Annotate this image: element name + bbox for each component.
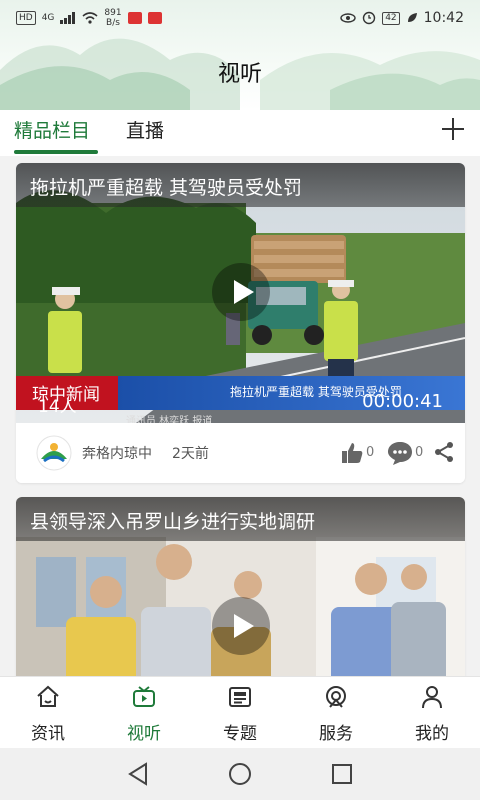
source-name[interactable]: 奔格内琼中 (82, 443, 152, 463)
wifi-icon (82, 12, 98, 24)
category-tabs: 精品栏目 直播 (0, 110, 480, 156)
nav-item-profile[interactable]: 我的 (384, 677, 480, 749)
video-thumbnail[interactable]: 县领导深入吊罗山乡进行实地调研 (16, 497, 465, 687)
active-tab-indicator (14, 150, 98, 154)
source-logo[interactable] (36, 435, 72, 471)
play-icon[interactable] (212, 263, 270, 321)
nav-label: 专题 (223, 724, 257, 744)
tab-featured[interactable]: 精品栏目 (14, 116, 90, 143)
bottom-navigation: 资讯 视听 专题 服务 我的 (0, 676, 480, 748)
recents-icon[interactable] (332, 764, 352, 784)
card-title: 拖拉机严重超载 其驾驶员受处罚 (30, 177, 303, 199)
news-label-block: 琼中新闻 14人 (16, 376, 118, 417)
battery-icon: 42 (382, 11, 400, 25)
card-title-overlay: 县领导深入吊罗山乡进行实地调研 (16, 497, 465, 541)
speed-value: 891 (104, 8, 122, 18)
signal-4g-label: 4G (41, 13, 55, 23)
card-title: 县领导深入吊罗山乡进行实地调研 (30, 511, 316, 533)
card-title-overlay: 拖拉机严重超载 其驾驶员受处罚 (16, 163, 465, 207)
tab-live[interactable]: 直播 (126, 116, 164, 143)
nav-item-topics[interactable]: 专题 (192, 677, 288, 749)
speed-unit: B/s (106, 18, 120, 28)
card-meta: 奔格内琼中 2天前 0 0 (16, 427, 465, 483)
service-icon (326, 686, 346, 708)
video-thumbnail[interactable]: 拖拉机严重超载 其驾驶员受处罚 琼中新闻 14人 拖拉机严重超载 其驾驶员受处罚… (16, 163, 465, 423)
eye-icon (340, 13, 356, 23)
status-bar: HD 4G 891 B/s 42 10:42 (0, 0, 480, 36)
tv-icon (133, 686, 155, 707)
nav-item-news[interactable]: 资讯 (0, 677, 96, 749)
video-duration: 00:00:41 (362, 391, 443, 412)
video-card[interactable]: 拖拉机严重超载 其驾驶员受处罚 琼中新闻 14人 拖拉机严重超载 其驾驶员受处罚… (16, 163, 465, 483)
system-nav-buttons (128, 762, 352, 786)
source-logo-icon (36, 435, 72, 471)
newspaper-icon (229, 687, 251, 707)
nav-label: 视听 (127, 724, 161, 744)
alarm-icon (362, 11, 376, 25)
header: HD 4G 891 B/s 42 10:42 视听 (0, 0, 480, 110)
leaf-icon (407, 13, 417, 22)
view-count: 14人 (38, 397, 77, 417)
hd-indicator: HD (16, 11, 36, 25)
plus-icon[interactable] (440, 116, 466, 142)
home-icon (37, 685, 59, 707)
app-notification-icon (127, 12, 142, 24)
network-speed: 891 B/s (104, 8, 121, 28)
back-icon[interactable] (128, 762, 147, 786)
share-icon[interactable] (433, 441, 455, 463)
nav-label: 我的 (415, 724, 449, 744)
video-card[interactable]: 县领导深入吊罗山乡进行实地调研 (16, 497, 465, 687)
comment-count: 0 (415, 445, 424, 460)
nav-item-services[interactable]: 服务 (288, 677, 384, 749)
comment-icon[interactable] (387, 440, 413, 466)
thumbs-up-icon[interactable] (340, 441, 364, 465)
play-icon[interactable] (212, 597, 270, 655)
user-icon (422, 686, 442, 709)
page-title: 视听 (217, 62, 262, 87)
nav-label: 服务 (319, 724, 353, 744)
cell-signal-icon (60, 12, 76, 24)
home-circle-icon[interactable] (229, 763, 251, 785)
publish-time: 2天前 (172, 446, 209, 462)
nav-item-video[interactable]: 视听 (96, 677, 192, 749)
news-notification-icon (147, 12, 162, 24)
clock: 10:42 (423, 10, 464, 26)
system-navigation-bar (0, 748, 480, 800)
nav-label: 资讯 (31, 724, 65, 744)
like-count: 0 (366, 445, 375, 460)
reporter-credits: 通讯员 林奕跃 报道 (126, 416, 213, 423)
